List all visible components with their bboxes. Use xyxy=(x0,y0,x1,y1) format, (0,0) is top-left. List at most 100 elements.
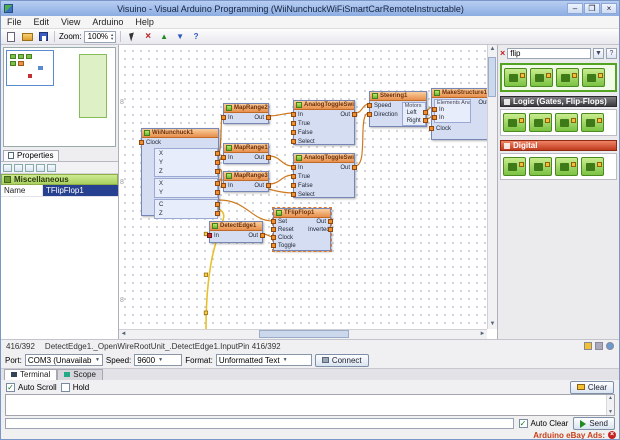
input-pin[interactable] xyxy=(221,115,226,120)
speed-combo[interactable]: 9600 ▼ xyxy=(134,354,182,366)
component-makestructure1[interactable]: MakeStructure1 Elements Analog( In In Ou… xyxy=(431,88,487,140)
clear-button[interactable]: Clear xyxy=(570,381,614,394)
menu-view[interactable]: View xyxy=(55,17,86,27)
scroll-down-arrow[interactable]: ▼ xyxy=(608,409,613,415)
palette-component-icon[interactable] xyxy=(555,113,578,132)
clock-pin[interactable] xyxy=(271,235,276,240)
input-pin[interactable] xyxy=(221,155,226,160)
palette-component-icon[interactable] xyxy=(504,68,527,87)
menu-arduino[interactable]: Arduino xyxy=(86,17,129,27)
palette-component-icon[interactable] xyxy=(529,113,552,132)
close-button[interactable]: × xyxy=(601,3,617,14)
canvas-grid[interactable]: 8 8 8 xyxy=(119,45,487,329)
scroll-up-arrow[interactable]: ▲ xyxy=(608,395,613,401)
send-input[interactable] xyxy=(5,418,514,429)
delete-button[interactable]: × xyxy=(141,30,155,43)
save-button[interactable] xyxy=(36,30,50,43)
expand-all-icon[interactable] xyxy=(36,164,45,172)
lightning-icon[interactable] xyxy=(584,342,592,350)
select-pin[interactable] xyxy=(291,192,296,197)
right-motor-pin[interactable] xyxy=(423,118,428,123)
scroll-right-arrow[interactable]: ► xyxy=(478,330,487,339)
port-combo[interactable]: COM3 (Unavailable) ▼ xyxy=(25,354,103,366)
true-pin[interactable] xyxy=(291,121,296,126)
input-pin[interactable] xyxy=(291,165,296,170)
filter-icon[interactable] xyxy=(595,342,603,350)
palette-component-icon[interactable] xyxy=(582,68,605,87)
palette-component-icon[interactable] xyxy=(530,68,553,87)
component-analogtoggleswitch1[interactable]: AnalogToggleSwitch1 InOut True False Sel… xyxy=(293,100,355,145)
inverted-pin[interactable] xyxy=(328,227,333,232)
output-pin[interactable] xyxy=(352,165,357,170)
output-pin[interactable] xyxy=(352,112,357,117)
button-z-pin[interactable] xyxy=(215,211,220,216)
property-row-name[interactable]: Name TFlipFlop1 xyxy=(1,185,118,197)
tab-properties[interactable]: Properties xyxy=(3,150,59,161)
property-category-row[interactable]: Miscellaneous xyxy=(1,174,118,185)
zoom-spinner[interactable]: ▲▼ xyxy=(110,33,114,41)
false-pin[interactable] xyxy=(291,130,296,135)
auto-scroll-checkbox-row[interactable]: ✓ Auto Scroll xyxy=(6,383,57,392)
design-canvas[interactable]: 8 8 8 xyxy=(119,45,497,339)
clear-search-icon[interactable]: × xyxy=(500,49,505,58)
set-pin[interactable] xyxy=(271,219,276,224)
component-maprange3[interactable]: MapRange3 InOut xyxy=(223,171,269,192)
component-maprange2[interactable]: MapRange2 InOut xyxy=(223,103,269,124)
sort-az-icon[interactable] xyxy=(14,164,23,172)
clock-pin[interactable] xyxy=(429,126,434,131)
palette-component-icon[interactable] xyxy=(555,157,578,176)
scroll-up-arrow[interactable]: ▲ xyxy=(488,45,497,54)
output-pin[interactable] xyxy=(260,233,265,238)
hold-checkbox-row[interactable]: Hold xyxy=(61,383,89,392)
send-button[interactable]: Send xyxy=(573,417,615,430)
horizontal-scroll-thumb[interactable] xyxy=(259,330,349,338)
component-maprange1[interactable]: MapRange1 InOut xyxy=(223,143,269,164)
collapse-all-icon[interactable] xyxy=(47,164,56,172)
select-tool-button[interactable] xyxy=(125,30,139,43)
hold-checkbox[interactable] xyxy=(61,383,70,392)
component-wiinunchuck1[interactable]: WiiNunchuck1 Clock X Y Z X Y C Z xyxy=(141,128,219,216)
auto-clear-checkbox[interactable]: ✓ xyxy=(519,419,528,428)
palette-component-icon[interactable] xyxy=(503,157,526,176)
component-detectedge1[interactable]: DetectEdge1 InOut xyxy=(209,221,263,243)
zoom-combo[interactable]: 100% ▲▼ xyxy=(84,31,116,43)
stick-y-pin[interactable] xyxy=(215,190,220,195)
accel-x-pin[interactable] xyxy=(215,151,220,156)
direction-pin[interactable] xyxy=(367,112,372,117)
terminal-output[interactable]: ▲ ▼ xyxy=(5,394,615,416)
palette-component-icon[interactable] xyxy=(581,113,604,132)
palette-category-logic[interactable]: Logic (Gates, Flip-Flops) xyxy=(500,96,617,107)
true-pin[interactable] xyxy=(291,174,296,179)
input-pin[interactable] xyxy=(221,183,226,188)
upload-button[interactable]: ▲ xyxy=(157,30,171,43)
out-pin[interactable] xyxy=(328,219,333,224)
palette-search-input[interactable] xyxy=(507,48,591,59)
palette-component-icon[interactable] xyxy=(503,113,526,132)
toggle-pin[interactable] xyxy=(271,243,276,248)
magnifier-icon[interactable] xyxy=(606,342,614,350)
palette-component-icon[interactable] xyxy=(529,157,552,176)
palette-component-icon[interactable] xyxy=(581,157,604,176)
button-c-pin[interactable] xyxy=(215,202,220,207)
categorized-icon[interactable] xyxy=(3,164,12,172)
speed-pin[interactable] xyxy=(367,103,372,108)
tab-terminal[interactable]: Terminal xyxy=(4,369,57,380)
download-button[interactable]: ▼ xyxy=(173,30,187,43)
auto-clear-checkbox-row[interactable]: ✓ Auto Clear xyxy=(519,419,569,428)
output-pin[interactable] xyxy=(266,115,271,120)
select-pin[interactable] xyxy=(291,139,296,144)
terminal-scrollbar[interactable]: ▲ ▼ xyxy=(606,395,614,415)
filter-icon[interactable] xyxy=(25,164,34,172)
open-file-button[interactable] xyxy=(20,30,34,43)
minimize-button[interactable]: – xyxy=(567,3,583,14)
help-button[interactable]: ? xyxy=(189,30,203,43)
property-value[interactable]: TFlipFlop1 xyxy=(43,185,118,196)
reset-pin[interactable] xyxy=(271,227,276,232)
left-motor-pin[interactable] xyxy=(423,110,428,115)
palette-category-digital[interactable]: Digital xyxy=(500,140,617,151)
format-combo[interactable]: Unformatted Text ▼ xyxy=(216,354,312,366)
clock-pin[interactable] xyxy=(139,140,144,145)
palette-filter-button[interactable]: ▼ xyxy=(593,48,604,59)
connect-button[interactable]: Connect xyxy=(315,354,369,367)
vertical-scroll-thumb[interactable] xyxy=(488,57,496,97)
